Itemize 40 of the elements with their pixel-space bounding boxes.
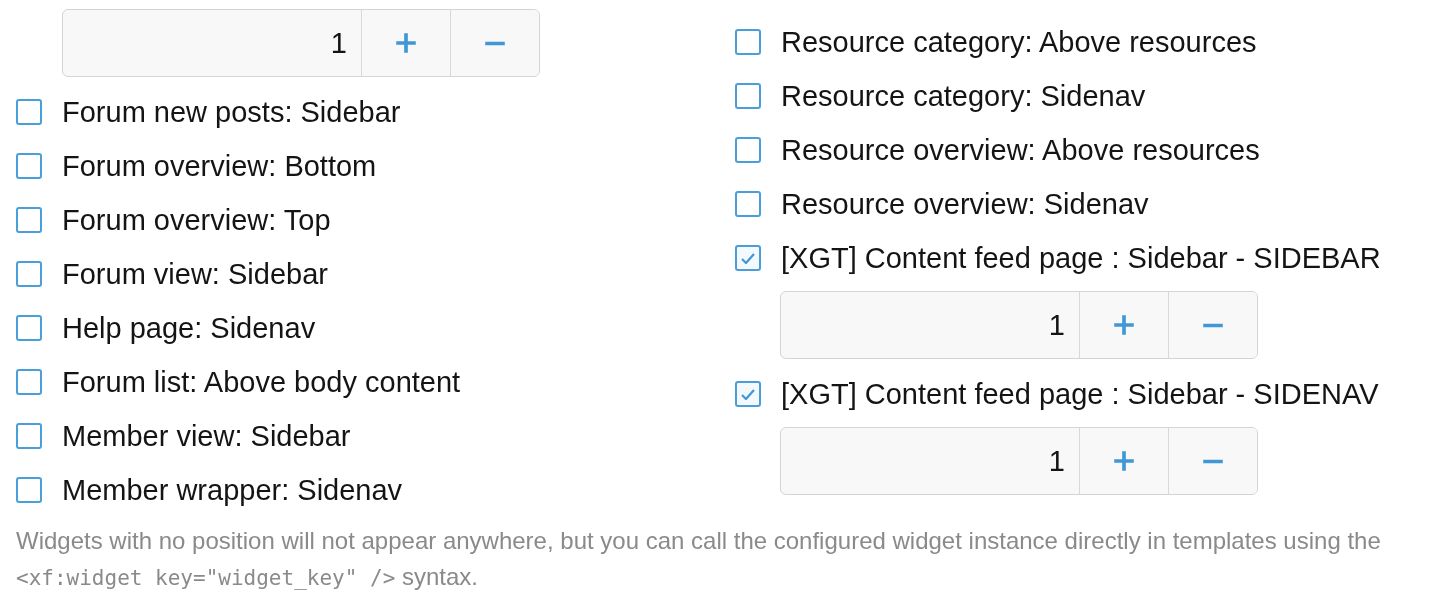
plus-icon (1113, 314, 1135, 336)
checkbox-label: Forum overview: Top (62, 203, 331, 237)
checkmark-icon (741, 252, 755, 264)
checkbox[interactable] (735, 191, 761, 217)
checkbox-label: Forum overview: Bottom (62, 149, 377, 183)
checkbox-label: Resource overview: Above resources (781, 133, 1260, 167)
checkbox-label: Forum new posts: Sidebar (62, 95, 401, 129)
checkbox[interactable] (16, 315, 42, 341)
checkbox-label: Forum view: Sidebar (62, 257, 328, 291)
checkmark-icon (741, 388, 755, 400)
minus-icon (1202, 458, 1224, 464)
checkbox[interactable] (735, 29, 761, 55)
number-field[interactable]: 1 (781, 428, 1079, 494)
checkbox[interactable] (16, 261, 42, 287)
checkbox[interactable] (16, 423, 42, 449)
checkbox[interactable] (735, 381, 761, 407)
checkbox-label: Member wrapper: Sidenav (62, 473, 403, 507)
checkbox[interactable] (16, 369, 42, 395)
minus-icon (1202, 322, 1224, 328)
checkbox[interactable] (16, 207, 42, 233)
checkbox-label: Forum list: Above body content (62, 365, 461, 399)
checkbox[interactable] (16, 99, 42, 125)
checkbox-label: Resource category: Above resources (781, 25, 1257, 59)
checkbox[interactable] (16, 153, 42, 179)
plus-icon (1113, 450, 1135, 472)
explain-text: Widgets with no position will not appear anywhere, but you can call the configured widget instance directly in templates using the <xf:widget key="widget_key" /> syntax. (16, 526, 1382, 592)
checkbox[interactable] (735, 137, 761, 163)
checkbox[interactable] (16, 477, 42, 503)
checkbox-label: Help page: Sidenav (62, 311, 316, 345)
number-field[interactable]: 1 (63, 10, 361, 76)
checkbox-label: [XGT] Content feed page : Sidebar - SIDENAV (781, 377, 1379, 411)
plus-icon (395, 32, 417, 54)
checkbox-label: [XGT] Content feed page : Sidebar - SIDEBAR (781, 241, 1381, 275)
minus-icon (484, 40, 506, 46)
checkbox[interactable] (735, 245, 761, 271)
checkbox-label: Resource category: Sidenav (781, 79, 1146, 113)
checkbox-label: Resource overview: Sidenav (781, 187, 1149, 221)
checkbox[interactable] (735, 83, 761, 109)
checkbox-label: Member view: Sidebar (62, 419, 351, 453)
number-field[interactable]: 1 (781, 292, 1079, 358)
